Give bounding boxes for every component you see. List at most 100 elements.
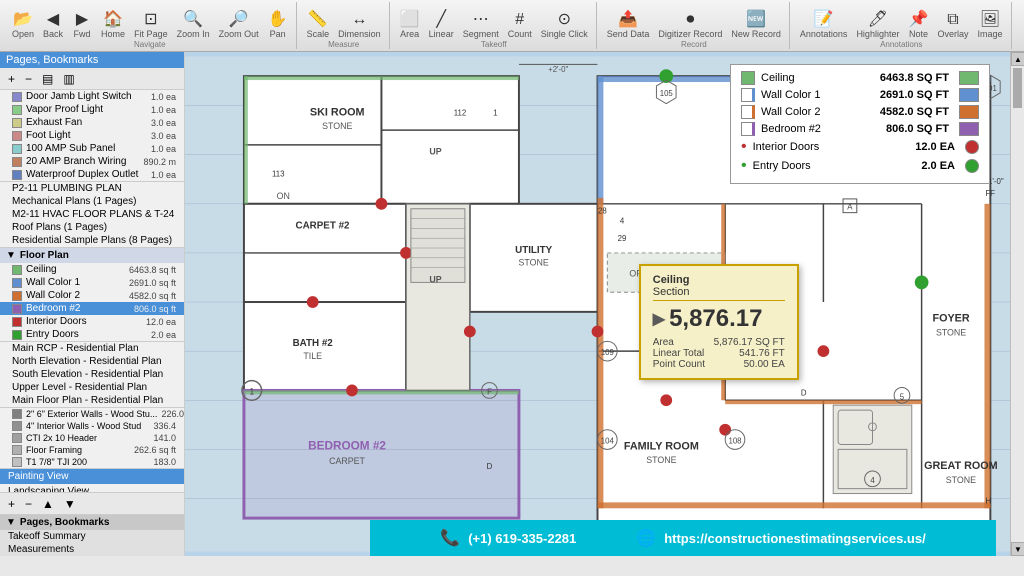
sidebar-collapse-btn[interactable]: ▥: [59, 70, 78, 88]
pages-bookmarks-header[interactable]: ▼ Pages, Bookmarks: [0, 515, 184, 530]
wall-color1-item[interactable]: Wall Color 1 2691.0 sq ft: [0, 276, 184, 289]
svg-text:112: 112: [454, 108, 467, 117]
toolbar-group-record: 📤 Send Data ⏺ Digitizer Record 🆕 New Rec…: [599, 2, 790, 49]
legend-bedroom2-row: Bedroom #2 806.0 SQ FT: [741, 122, 979, 136]
scroll-track[interactable]: [1011, 66, 1024, 542]
ceiling-item[interactable]: Ceiling 6463.8 sq ft: [0, 263, 184, 276]
linear-button[interactable]: ╱ Linear: [425, 10, 458, 41]
hvac-plans-item[interactable]: M2-11 HVAC FLOOR PLANS & T-24: [0, 208, 184, 221]
floor-plan-section: ▼ Floor Plan Ceiling 6463.8 sq ft Wall C…: [0, 248, 184, 342]
back-button[interactable]: ◀ Back: [39, 10, 67, 41]
svg-text:4: 4: [870, 476, 875, 485]
segment-button[interactable]: ⋯ Segment: [459, 10, 503, 41]
interior-walls-item[interactable]: 4" Interior Walls - Wood Stud 336.4: [0, 420, 184, 432]
main-floor-item[interactable]: Main Floor Plan - Residential Plan: [0, 394, 184, 407]
bedroom2-item[interactable]: Bedroom #2 806.0 sq ft: [0, 302, 184, 315]
home-button[interactable]: 🏠 Home: [97, 10, 129, 41]
residential-plans-item[interactable]: Residential Sample Plans (8 Pages): [0, 234, 184, 247]
measurements-item[interactable]: Measurements: [0, 543, 184, 556]
highlighter-button[interactable]: 🖊 Highlighter: [852, 10, 903, 41]
roof-plans-item[interactable]: Roof Plans (1 Pages): [0, 221, 184, 234]
south-elev-item[interactable]: South Elevation - Residential Plan: [0, 368, 184, 381]
landscaping-view-item[interactable]: Landscaping View: [0, 484, 184, 492]
legend-ceiling-label: Ceiling: [761, 72, 853, 84]
ceiling-tooltip: Ceiling Section ▶ 5,876.17 Area 5,876.17…: [639, 264, 799, 380]
painting-view-item[interactable]: Painting View: [0, 469, 184, 484]
forward-button[interactable]: ▶ Fwd: [68, 10, 96, 41]
image-button[interactable]: 🖼 Image: [973, 10, 1006, 41]
dimension-button[interactable]: ↔ Dimension: [334, 10, 385, 41]
svg-text:UTILITY: UTILITY: [515, 245, 553, 256]
scroll-down-btn[interactable]: ▼: [1011, 542, 1024, 556]
mechanical-plans-item[interactable]: Mechanical Plans (1 Pages): [0, 195, 184, 208]
main-rcp-item[interactable]: Main RCP - Residential Plan: [0, 342, 184, 355]
send-data-button[interactable]: 📤 Send Data: [603, 10, 654, 41]
door-jamb-item[interactable]: Door Jamb Light Switch 1.0 ea: [0, 90, 184, 103]
floor-framing-item[interactable]: Floor Framing 262.6 sq ft: [0, 444, 184, 456]
phone-contact[interactable]: 📞 (+1) 619-335-2281: [440, 528, 576, 548]
entry-doors-item[interactable]: Entry Doors 2.0 ea: [0, 328, 184, 341]
digitizer-record-button[interactable]: ⏺ Digitizer Record: [654, 10, 726, 41]
pan-button[interactable]: ✋ Pan: [264, 10, 292, 41]
plumbing-plan-item[interactable]: P2-11 PLUMBING PLAN: [0, 182, 184, 195]
overlay-button[interactable]: ⧉ Overlay: [933, 10, 972, 41]
zoom-out-button[interactable]: 🔎 Zoom Out: [215, 10, 263, 41]
sub-panel-item[interactable]: 100 AMP Sub Panel 1.0 ea: [0, 142, 184, 155]
toolbar-group-measure: 📏 Scale ↔ Dimension Measure: [299, 2, 390, 49]
new-record-button[interactable]: 🆕 New Record: [727, 10, 785, 41]
sidebar-bottom-up[interactable]: ▲: [38, 495, 58, 513]
takeoff-summary-item[interactable]: Takeoff Summary: [0, 530, 184, 543]
legend-entry-doors-swatch: [965, 159, 979, 173]
svg-text:STONE: STONE: [519, 258, 549, 268]
vapor-proof-item[interactable]: Vapor Proof Light 1.0 ea: [0, 103, 184, 116]
record-group-label: Record: [599, 40, 789, 49]
svg-text:104: 104: [601, 436, 615, 445]
electrical-section: Door Jamb Light Switch 1.0 ea Vapor Proo…: [0, 90, 184, 182]
count-button[interactable]: # Count: [504, 10, 536, 41]
sidebar-bottom-down[interactable]: ▼: [60, 495, 80, 513]
tooltip-prefix: ▶: [653, 309, 665, 329]
legend-wallcolor1-icon: [741, 88, 755, 102]
area-button[interactable]: ⬜ Area: [396, 10, 424, 41]
sidebar-add-btn[interactable]: +: [4, 70, 19, 88]
north-elev-item[interactable]: North Elevation - Residential Plan: [0, 355, 184, 368]
scale-button[interactable]: 📏 Scale: [303, 10, 334, 41]
floor-plan-header[interactable]: ▼ Floor Plan: [0, 248, 184, 263]
svg-text:CARPET: CARPET: [329, 456, 365, 466]
branch-wiring-item[interactable]: 20 AMP Branch Wiring 890.2 m: [0, 155, 184, 168]
fit-page-button[interactable]: ⊡ Fit Page: [130, 10, 172, 41]
sidebar-bottom-add[interactable]: +: [4, 495, 19, 513]
sidebar-expand-btn[interactable]: ▤: [38, 70, 57, 88]
exterior-walls-item[interactable]: 2" 6" Exterior Walls - Wood Stu... 226.0: [0, 408, 184, 420]
open-button[interactable]: 📂 Open: [8, 10, 38, 41]
scroll-thumb[interactable]: [1013, 68, 1022, 108]
pages-bookmarks-label: Pages, Bookmarks: [20, 517, 110, 528]
legend-entry-doors-row: • Entry Doors 2.0 EA: [741, 158, 979, 174]
note-button[interactable]: 📌 Note: [904, 10, 932, 41]
svg-text:5: 5: [900, 392, 905, 401]
duplex-outlet-item[interactable]: Waterproof Duplex Outlet 1.0 ea: [0, 168, 184, 181]
sidebar-bottom-remove[interactable]: −: [21, 495, 36, 513]
measure-group-label: Measure: [299, 40, 389, 49]
wall-color2-item[interactable]: Wall Color 2 4582.0 sq ft: [0, 289, 184, 302]
scroll-up-btn[interactable]: ▲: [1011, 52, 1024, 66]
sidebar-toolbar: + − ▤ ▥: [0, 68, 184, 90]
header-item[interactable]: CTI 2x 10 Header 141.0: [0, 432, 184, 444]
exhaust-fan-item[interactable]: Exhaust Fan 3.0 ea: [0, 116, 184, 129]
sidebar-bottom-toolbar: + − ▲ ▼: [0, 493, 184, 515]
contact-bar: 📞 (+1) 619-335-2281 🌐 https://constructi…: [370, 520, 996, 556]
interior-doors-item[interactable]: Interior Doors 12.0 ea: [0, 315, 184, 328]
zoom-in-button[interactable]: 🔍 Zoom In: [173, 10, 214, 41]
svg-text:STONE: STONE: [936, 327, 966, 337]
tji-item[interactable]: T1 7/8" TJI 200 183.0: [0, 456, 184, 468]
single-click-button[interactable]: ⊙ Single Click: [537, 10, 592, 41]
canvas-area[interactable]: OPEN TO BELOW SKI ROOM STONE CARPET #2 B…: [185, 52, 1010, 556]
foot-light-item[interactable]: Foot Light 3.0 ea: [0, 129, 184, 142]
website-contact[interactable]: 🌐 https://constructionestimatingservices…: [636, 528, 925, 548]
upper-level-item[interactable]: Upper Level - Residential Plan: [0, 381, 184, 394]
nav-section: Main RCP - Residential Plan North Elevat…: [0, 342, 184, 408]
annotations-button[interactable]: 📝 Annotations: [796, 10, 852, 41]
sidebar-remove-btn[interactable]: −: [21, 70, 36, 88]
svg-text:D: D: [487, 462, 493, 471]
svg-text:TILE: TILE: [303, 351, 322, 361]
